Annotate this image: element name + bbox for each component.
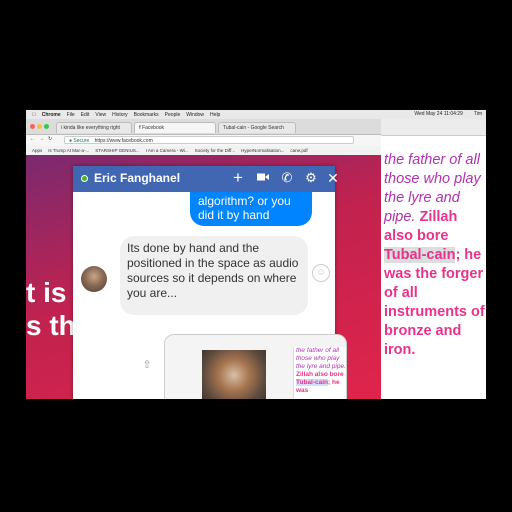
gear-icon[interactable]: ⚙ [303,170,319,186]
background-text-line1: t is [26,277,67,308]
received-message-bubble: Its done by hand and the positioned in t… [120,236,308,315]
tab-label: Tubal-cain - Google Search [223,125,284,131]
bookmark-apps[interactable]: Apps [32,148,42,153]
reader-text: the father of all those who play the lyr… [384,151,486,360]
screen:  Chrome File Edit View History Bookmark… [26,110,486,399]
emoji-icon[interactable]: ☺ [312,264,330,282]
add-icon[interactable]: + [230,169,246,186]
bookmark-item[interactable]: STARSHIP GENIUS... [95,148,139,153]
video-icon[interactable] [255,170,271,186]
sent-message-bubble: algorithm? or you did it by hand [190,192,312,226]
url-text: https://www.facebook.com [94,138,153,144]
zoom-window-button[interactable] [44,124,49,129]
menu-view[interactable]: View [95,112,106,118]
attachment-left-panel [167,360,199,399]
reader-window: the father of all those who play the lyr… [381,119,486,399]
shared-screenshot-attachment[interactable]: the father of all those who play the lyr… [164,334,347,399]
minimize-window-button[interactable] [37,124,42,129]
secure-label: Secure [73,138,90,144]
mini-highlight: Tubal-cain [296,379,329,386]
share-icon[interactable]: ⇧ [140,358,154,372]
background-text-line2: s th [26,310,76,341]
menu-history[interactable]: History [112,112,128,118]
tab-google-search[interactable]: Tubal-cain - Google Search [218,122,296,133]
messenger-chat-window: Eric Fanghanel + ✆ ⚙ ✕ algorithm? or you… [73,166,347,399]
apple-icon[interactable]:  [32,112,36,118]
forward-icon[interactable]: → [39,136,44,142]
menu-window[interactable]: Window [186,112,204,118]
reload-icon[interactable]: ↻ [48,136,52,142]
bookmark-item[interactable]: Is Trump At Mar-a-... [48,148,89,153]
menu-bookmarks[interactable]: Bookmarks [134,112,159,118]
menu-edit[interactable]: Edit [81,112,90,118]
mini-text-part: Zillah also bore [296,371,344,378]
attachment-reader-text: the father of all those who play the lyr… [293,347,346,399]
back-icon[interactable]: ← [30,136,35,142]
menubar-clock[interactable]: Wed May 24 11:04:29 [414,111,462,117]
bookmark-item[interactable]: cane.pdf [290,148,307,153]
browser-tabbar: i kinda like everything right f Facebook… [26,119,381,135]
menu-help[interactable]: Help [210,112,220,118]
bookmark-item[interactable]: HyperNormalisation... [241,148,284,153]
online-status-icon [81,175,88,182]
close-window-button[interactable] [30,124,35,129]
tab-first[interactable]: i kinda like everything right [56,122,132,133]
tab-facebook[interactable]: f Facebook [134,122,216,133]
tab-label: i kinda like everything right [61,125,120,131]
bookmark-item[interactable]: I Am a Camera - Wi... [146,148,189,153]
reader-toolbar [381,119,486,136]
avatar[interactable] [81,266,107,292]
menu-people[interactable]: People [165,112,181,118]
close-icon[interactable]: ✕ [325,170,341,186]
mac-menubar:  Chrome File Edit View History Bookmark… [26,110,486,119]
reader-text-part: ; he was the forger of all instruments o… [384,247,485,358]
url-field[interactable]: ● Secure https://www.facebook.com [64,136,354,144]
menubar-user[interactable]: Tim [474,111,482,117]
mini-text-part: the father of all those who play the lyr… [296,347,346,370]
bookmark-item[interactable]: Society for the Diff... [195,148,235,153]
menu-file[interactable]: File [67,112,75,118]
menu-chrome[interactable]: Chrome [42,112,61,118]
tab-label: Facebook [142,125,165,131]
phone-icon[interactable]: ✆ [279,170,295,186]
attachment-portrait-image [202,350,266,399]
chat-contact-name[interactable]: Eric Fanghanel [94,171,180,185]
chat-header[interactable]: Eric Fanghanel + ✆ ⚙ ✕ [73,166,339,192]
reader-highlight: Tubal-cain [384,247,456,263]
